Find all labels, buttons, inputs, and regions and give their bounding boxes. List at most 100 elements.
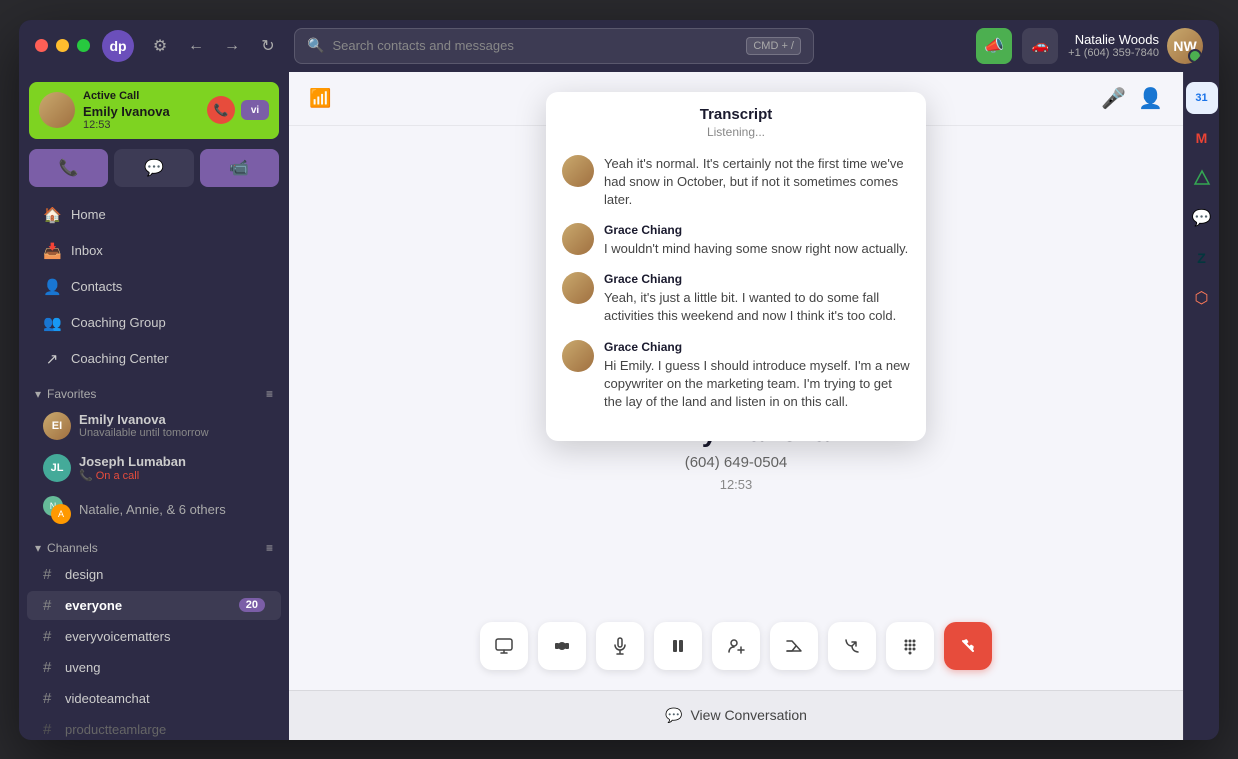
notification-button[interactable]: 📣 (976, 28, 1012, 64)
screen-share-button[interactable] (480, 622, 528, 670)
channels-header[interactable]: ▾ Channels ≡ (19, 531, 289, 559)
add-person-button[interactable] (712, 622, 760, 670)
transcript-status: Listening... (562, 125, 910, 139)
t-avatar-4 (562, 340, 594, 372)
multi-avatars: N A (43, 496, 71, 524)
sidebar-item-contacts[interactable]: 👤 Contacts (27, 270, 281, 304)
call-vi-button[interactable]: vi (241, 100, 269, 120)
channel-item-everyvoicematters[interactable]: # everyvoicematters (27, 622, 281, 651)
minimize-btn[interactable] (56, 39, 69, 52)
view-conversation[interactable]: 💬 View Conversation (289, 690, 1183, 740)
sidebar-item-inbox[interactable]: 📥 Inbox (27, 234, 281, 268)
favorites-chevron-icon: ▾ (35, 387, 41, 401)
transcript-message-3: Grace Chiang Yeah, it's just a little bi… (562, 272, 910, 325)
channel-hash-icon: # (43, 597, 57, 614)
user-text: Natalie Woods +1 (604) 359-7840 (1068, 32, 1159, 59)
t-name-4: Grace Chiang (604, 340, 910, 354)
apps-button[interactable]: 🚗 (1022, 28, 1058, 64)
user-name: Natalie Woods (1068, 32, 1159, 47)
fav-avatar-joseph: JL (43, 454, 71, 482)
fav-info-joseph: Joseph Lumaban 📞 On a call (79, 454, 186, 482)
forward-button[interactable]: → (218, 32, 246, 60)
messages-button[interactable]: 💬 (1186, 202, 1218, 234)
fav-avatar-joseph-img: JL (43, 454, 71, 482)
channel-hash-icon: # (43, 566, 57, 583)
close-btn[interactable] (35, 39, 48, 52)
channel-item-everyone[interactable]: # everyone 20 (27, 591, 281, 620)
t-text-4: Hi Emily. I guess I should introduce mys… (604, 357, 910, 412)
person-icon[interactable]: 👤 (1138, 86, 1163, 111)
dialpad-button[interactable] (886, 622, 934, 670)
fav-avatar-emily: EI (43, 412, 71, 440)
avatar[interactable]: NW (1167, 28, 1203, 64)
favorites-header-left: ▾ Favorites (35, 387, 96, 401)
t-name-2: Grace Chiang (604, 223, 910, 237)
zendesk-button[interactable]: Z (1186, 242, 1218, 274)
contacts-icon: 👤 (43, 278, 61, 296)
channel-item-productteamlarge[interactable]: # productteamlarge (27, 715, 281, 740)
channel-hash-icon: # (43, 721, 57, 738)
fav-status-joseph: 📞 On a call (79, 469, 186, 482)
merge-button[interactable] (770, 622, 818, 670)
channel-item-uveng[interactable]: # uveng (27, 653, 281, 682)
app-window: dp ⚙ ← → ↻ 🔍 CMD + / 📣 🚗 Natalie Woods +… (19, 20, 1219, 740)
active-call-info: Active Call Emily Ivanova 12:53 (83, 90, 170, 131)
active-call-name: Emily Ivanova (83, 104, 170, 119)
multi-avatar-2: A (51, 504, 71, 524)
coaching-center-icon: ↗ (43, 350, 61, 368)
transcript-message-1: Yeah it's normal. It's certainly not the… (562, 155, 910, 210)
avatar-img: NW (1167, 28, 1203, 64)
channel-name-uveng: uveng (65, 660, 265, 675)
favorite-item-joseph[interactable]: JL Joseph Lumaban 📞 On a call (27, 448, 281, 488)
gmail-button[interactable]: M (1186, 122, 1218, 154)
search-input[interactable] (332, 38, 738, 53)
record-button[interactable] (538, 622, 586, 670)
refresh-button[interactable]: ↻ (254, 32, 282, 60)
mute-button[interactable] (596, 622, 644, 670)
t-avatar-2 (562, 223, 594, 255)
sidebar-item-coaching-center[interactable]: ↗ Coaching Center (27, 342, 281, 376)
channel-name-productteamlarge: productteamlarge (65, 722, 265, 737)
channel-hash-icon: # (43, 659, 57, 676)
sidebar-item-home[interactable]: 🏠 Home (27, 198, 281, 232)
maximize-btn[interactable] (77, 39, 90, 52)
settings-button[interactable]: ⚙ (146, 32, 174, 60)
window-controls (35, 39, 90, 52)
channel-hash-icon: # (43, 690, 57, 707)
channel-item-videoteamchat[interactable]: # videoteamchat (27, 684, 281, 713)
transfer-button[interactable] (828, 622, 876, 670)
call-end-button[interactable]: 📞 (207, 96, 235, 124)
favorite-item-emily[interactable]: EI Emily Ivanova Unavailable until tomor… (27, 406, 281, 446)
user-phone: +1 (604) 359-7840 (1068, 47, 1159, 59)
t-name-3: Grace Chiang (604, 272, 910, 286)
t-text-2: I wouldn't mind having some snow right n… (604, 240, 910, 258)
mic-icon[interactable]: 🎤 (1101, 86, 1126, 111)
favorites-header[interactable]: ▾ Favorites ≡ (19, 377, 289, 405)
end-call-button[interactable] (944, 622, 992, 670)
favorite-item-multi[interactable]: N A Natalie, Annie, & 6 others (27, 490, 281, 530)
fav-info-emily: Emily Ivanova Unavailable until tomorrow (79, 412, 209, 439)
hubspot-button[interactable]: ⬡ (1186, 282, 1218, 314)
phone-action-button[interactable]: 📞 (29, 149, 108, 187)
t-content-1: Yeah it's normal. It's certainly not the… (604, 155, 910, 210)
titlebar: dp ⚙ ← → ↻ 🔍 CMD + / 📣 🚗 Natalie Woods +… (19, 20, 1219, 72)
channel-name-videoteamchat: videoteamchat (65, 691, 265, 706)
channel-item-design[interactable]: # design (27, 560, 281, 589)
sidebar-item-coaching-group[interactable]: 👥 Coaching Group (27, 306, 281, 340)
active-call-banner[interactable]: Active Call Emily Ivanova 12:53 📞 vi (29, 82, 279, 139)
content-area: 📶 🎤 👤 Transcript Listening... Yeah it's … (289, 72, 1183, 740)
calendar-button[interactable]: 31 (1186, 82, 1218, 114)
active-call-avatar (39, 92, 75, 128)
chat-action-button[interactable]: 💬 (114, 149, 193, 187)
back-button[interactable]: ← (182, 32, 210, 60)
video-action-button[interactable]: 📹 (200, 149, 279, 187)
channel-badge-everyone: 20 (239, 598, 265, 612)
pause-button[interactable] (654, 622, 702, 670)
home-icon: 🏠 (43, 206, 61, 224)
channel-name-design: design (65, 567, 265, 582)
t-content-3: Grace Chiang Yeah, it's just a little bi… (604, 272, 910, 325)
caller-time: 12:53 (720, 477, 753, 492)
nav-home-label: Home (71, 207, 106, 222)
google-drive-button[interactable] (1186, 162, 1218, 194)
sidebar-action-buttons: 📞 💬 📹 (19, 149, 289, 197)
